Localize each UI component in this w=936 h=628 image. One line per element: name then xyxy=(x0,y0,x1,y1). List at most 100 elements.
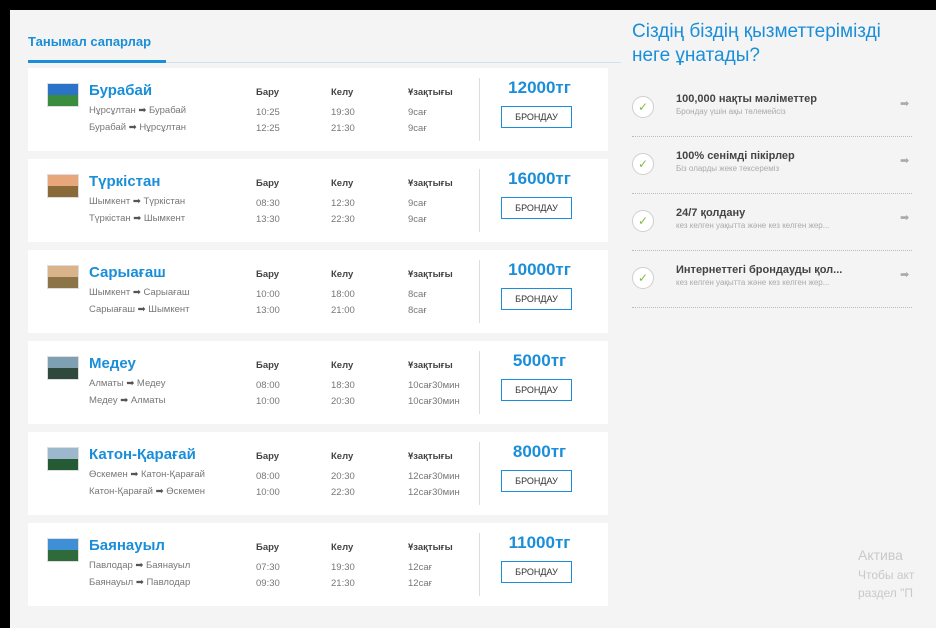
arrive-time: 19:30 xyxy=(331,107,355,118)
column-header-depart: Бару xyxy=(256,360,280,371)
column-header-depart: Бару xyxy=(256,87,280,98)
check-icon: ✓ xyxy=(632,210,654,232)
duration: 12сағ30мин xyxy=(408,487,460,498)
card-divider xyxy=(479,78,480,141)
column-header-duration: Ұзақтығы xyxy=(408,360,453,371)
arrow-right-icon: ➡ xyxy=(138,105,147,116)
trip-thumbnail xyxy=(47,356,79,380)
trip-route-return: Катон-Қарағай ➡ Өскемен xyxy=(89,486,205,497)
trip-route-outbound: Шымкент ➡ Түркістан xyxy=(89,196,186,207)
duration: 9сағ xyxy=(408,214,427,225)
depart-time: 10:00 xyxy=(256,289,280,300)
arrow-right-icon: ➡ xyxy=(155,486,164,497)
column-header-arrive: Келу xyxy=(331,87,354,98)
arrive-time: 12:30 xyxy=(331,198,355,209)
duration: 9сағ xyxy=(408,107,427,118)
arrow-right-icon: ➡ xyxy=(135,560,144,571)
book-button[interactable]: БРОНДАУ xyxy=(501,379,572,401)
arrow-right-icon: ➡ xyxy=(135,577,144,588)
feature-subtitle: кез келген уақытта және кез келген жер..… xyxy=(676,278,830,287)
arrow-right-icon: ➡ xyxy=(120,395,129,406)
book-button[interactable]: БРОНДАУ xyxy=(501,197,572,219)
column-header-depart: Бару xyxy=(256,542,280,553)
popular-trips-section: Танымал сапарлар Бурабай Нұрсұлтан ➡ Бур… xyxy=(28,22,621,614)
card-divider xyxy=(479,442,480,505)
trip-route-outbound: Алматы ➡ Медеу xyxy=(89,378,166,389)
duration: 12сағ30мин xyxy=(408,471,460,482)
activation-watermark-line2: Чтобы акт xyxy=(858,568,915,582)
depart-time: 13:30 xyxy=(256,214,280,225)
page: Танымал сапарлар Бурабай Нұрсұлтан ➡ Бур… xyxy=(10,10,936,628)
column-header-duration: Ұзақтығы xyxy=(408,87,453,98)
arrow-right-icon: ➡ xyxy=(133,213,142,224)
column-header-depart: Бару xyxy=(256,451,280,462)
activation-watermark-line3: раздел "П xyxy=(858,586,913,600)
trip-route-outbound: Өскемен ➡ Катон-Қарағай xyxy=(89,469,205,480)
column-header-duration: Ұзақтығы xyxy=(408,269,453,280)
tab-popular-trips[interactable]: Танымал сапарлар xyxy=(28,34,151,49)
trip-price: 12000тг xyxy=(508,78,571,97)
duration: 10сағ30мин xyxy=(408,396,460,407)
depart-time: 12:25 xyxy=(256,123,280,134)
feature-item[interactable]: ✓ 24/7 қолдану кез келген уақытта және к… xyxy=(632,194,912,251)
arrive-time: 18:30 xyxy=(331,380,355,391)
column-header-duration: Ұзақтығы xyxy=(408,542,453,553)
why-us-heading: Сіздің біздің қызметтерімізді неге ұната… xyxy=(632,21,881,66)
feature-title: 100,000 нақты мәліметтер xyxy=(676,93,817,105)
depart-time: 10:00 xyxy=(256,487,280,498)
book-button[interactable]: БРОНДАУ xyxy=(501,470,572,492)
depart-time: 08:30 xyxy=(256,198,280,209)
arrow-right-icon[interactable]: ➡ xyxy=(900,211,909,224)
trip-card: Баянауыл Павлодар ➡ Баянауыл Баянауыл ➡ … xyxy=(28,523,608,606)
feature-title: Интернеттегі брондауды қол... xyxy=(676,264,843,276)
arrow-right-icon[interactable]: ➡ xyxy=(900,97,909,110)
duration: 9сағ xyxy=(408,198,427,209)
trip-route-return: Медеу ➡ Алматы xyxy=(89,395,166,406)
trip-price: 5000тг xyxy=(512,351,567,370)
depart-time: 10:00 xyxy=(256,396,280,407)
depart-time: 13:00 xyxy=(256,305,280,316)
arrive-time: 20:30 xyxy=(331,471,355,482)
trip-price: 10000тг xyxy=(508,260,571,279)
duration: 12сағ xyxy=(408,578,433,589)
feature-item[interactable]: ✓ Интернеттегі брондауды қол... кез келг… xyxy=(632,251,912,308)
column-header-arrive: Келу xyxy=(331,360,354,371)
trip-card: Түркістан Шымкент ➡ Түркістан Түркістан … xyxy=(28,159,608,242)
depart-time: 09:30 xyxy=(256,578,280,589)
arrive-time: 18:00 xyxy=(331,289,355,300)
trip-list: Бурабай Нұрсұлтан ➡ Бурабай Бурабай ➡ Нұ… xyxy=(28,68,621,606)
trip-city-link[interactable]: Түркістан xyxy=(89,173,160,190)
arrow-right-icon: ➡ xyxy=(132,196,141,207)
book-button[interactable]: БРОНДАУ xyxy=(501,561,572,583)
trip-city-link[interactable]: Катон-Қарағай xyxy=(89,446,196,463)
arrow-right-icon[interactable]: ➡ xyxy=(900,154,909,167)
card-divider xyxy=(479,169,480,232)
trip-price: 8000тг xyxy=(512,442,567,461)
column-header-arrive: Келу xyxy=(331,451,354,462)
duration: 10сағ30мин xyxy=(408,380,460,391)
duration: 9сағ xyxy=(408,123,427,134)
trip-city-link[interactable]: Сарыағаш xyxy=(89,264,166,281)
trip-city-link[interactable]: Медеу xyxy=(89,355,136,372)
feature-title: 100% сенімді пікірлер xyxy=(676,150,795,162)
depart-time: 10:25 xyxy=(256,107,280,118)
card-divider xyxy=(479,260,480,323)
trip-thumbnail xyxy=(47,83,79,107)
arrow-right-icon: ➡ xyxy=(132,287,141,298)
trip-route-return: Бурабай ➡ Нұрсұлтан xyxy=(89,122,187,133)
trip-route-return: Баянауыл ➡ Павлодар xyxy=(89,577,191,588)
trip-city-link[interactable]: Бурабай xyxy=(89,82,152,99)
trip-card: Катон-Қарағай Өскемен ➡ Катон-Қарағай Ка… xyxy=(28,432,608,515)
arrow-right-icon[interactable]: ➡ xyxy=(900,268,909,281)
column-header-arrive: Келу xyxy=(331,542,354,553)
trip-card: Бурабай Нұрсұлтан ➡ Бурабай Бурабай ➡ Нұ… xyxy=(28,68,608,151)
trip-card: Медеу Алматы ➡ Медеу Медеу ➡ Алматы Бару… xyxy=(28,341,608,424)
book-button[interactable]: БРОНДАУ xyxy=(501,288,572,310)
column-header-arrive: Келу xyxy=(331,178,354,189)
trip-city-link[interactable]: Баянауыл xyxy=(89,537,165,554)
feature-item[interactable]: ✓ 100,000 нақты мәліметтер Брондау үшін … xyxy=(632,80,912,137)
book-button[interactable]: БРОНДАУ xyxy=(501,106,572,128)
trip-price: 11000тг xyxy=(508,533,571,552)
column-header-arrive: Келу xyxy=(331,269,354,280)
feature-item[interactable]: ✓ 100% сенімді пікірлер Біз оларды жеке … xyxy=(632,137,912,194)
